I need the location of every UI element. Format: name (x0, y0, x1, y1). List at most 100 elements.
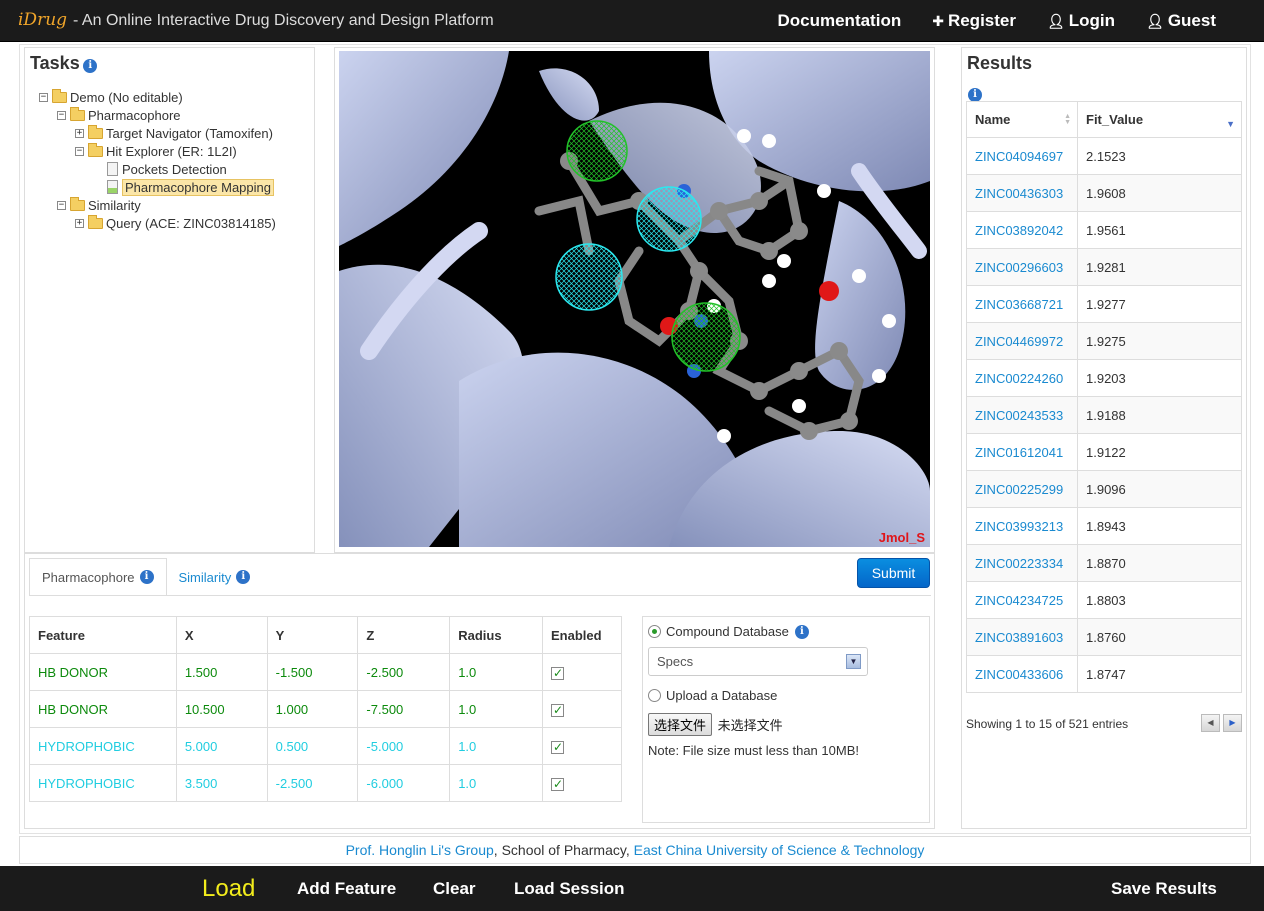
compound-link[interactable]: ZINC00243533 (975, 408, 1063, 423)
expand-icon[interactable]: + (75, 218, 84, 228)
compound-link[interactable]: ZINC01612041 (975, 445, 1063, 460)
table-row[interactable]: ZINC00224260 1.9203 (966, 359, 1242, 397)
tab-similarity[interactable]: Similarity i (167, 558, 263, 596)
group-link[interactable]: Prof. Honglin Li's Group (346, 842, 494, 858)
collapse-icon[interactable]: − (57, 110, 66, 120)
expand-icon[interactable]: + (75, 128, 84, 138)
column-header-name[interactable]: Name ▲ ▼ (966, 101, 1078, 138)
compound-link[interactable]: ZINC04234725 (975, 593, 1063, 608)
table-row[interactable]: ZINC00243533 1.9188 (966, 396, 1242, 434)
column-header[interactable]: X (175, 616, 268, 654)
table-row[interactable]: ZINC03891603 1.8760 (966, 618, 1242, 656)
next-page-button[interactable]: ▶ (1223, 714, 1242, 732)
info-icon[interactable]: i (83, 58, 98, 73)
collapse-icon[interactable]: − (75, 146, 84, 156)
table-row[interactable]: ZINC01612041 1.9122 (966, 433, 1242, 471)
info-icon[interactable]: i (236, 570, 251, 584)
feature-x[interactable]: 5.000 (175, 727, 268, 765)
collapse-icon[interactable]: − (39, 92, 48, 102)
compound-link[interactable]: ZINC00223334 (975, 556, 1063, 571)
tree-node-pharmacophore[interactable]: − Pharmacophore (39, 106, 276, 124)
table-row[interactable]: ZINC04234725 1.8803 (966, 581, 1242, 619)
tree-node-pharmacophore-mapping[interactable]: Pharmacophore Mapping (39, 178, 276, 196)
feature-z[interactable]: -2.500 (357, 653, 451, 691)
compound-link[interactable]: ZINC04094697 (975, 149, 1063, 164)
table-row[interactable]: ZINC03993213 1.8943 (966, 507, 1242, 545)
feature-row[interactable]: HYDROPHOBIC 5.000 0.500 -5.000 1.0 (29, 727, 622, 765)
column-header-fit[interactable]: Fit_Value ▼ (1077, 101, 1242, 138)
brand[interactable]: iDrug - An Online Interactive Drug Discov… (18, 10, 494, 30)
feature-z[interactable]: -5.000 (357, 727, 451, 765)
tree-node-pockets-detection[interactable]: Pockets Detection (39, 160, 276, 178)
collapse-icon[interactable]: − (57, 200, 66, 210)
table-row[interactable]: ZINC00223334 1.8870 (966, 544, 1242, 582)
save-results-button[interactable]: Save Results (1111, 866, 1217, 911)
load-session-button[interactable]: Load Session (514, 866, 625, 911)
feature-radius[interactable]: 1.0 (449, 764, 544, 802)
table-row[interactable]: ZINC03668721 1.9277 (966, 285, 1242, 323)
table-row[interactable]: ZINC00296603 1.9281 (966, 248, 1242, 286)
enabled-checkbox[interactable] (551, 740, 565, 754)
load-button[interactable]: Load (202, 866, 255, 911)
feature-y[interactable]: 1.000 (266, 690, 359, 728)
compound-link[interactable]: ZINC00224260 (975, 371, 1063, 386)
database-select[interactable]: Specs ▼ (648, 647, 868, 676)
enabled-checkbox[interactable] (551, 777, 565, 791)
column-header[interactable]: Z (357, 616, 451, 654)
feature-radius[interactable]: 1.0 (449, 690, 544, 728)
tree-node-similarity[interactable]: − Similarity (39, 196, 276, 214)
tree-node-demo[interactable]: − Demo (No editable) (39, 88, 276, 106)
clear-button[interactable]: Clear (433, 866, 476, 911)
compound-db-option[interactable]: Compound Database i (648, 624, 809, 639)
info-icon[interactable]: i (968, 87, 982, 102)
upload-db-radio[interactable] (648, 689, 661, 702)
feature-z[interactable]: -6.000 (357, 764, 451, 802)
tree-node-hit-explorer[interactable]: − Hit Explorer (ER: 1L2I) (39, 142, 276, 160)
compound-link[interactable]: ZINC04469972 (975, 334, 1063, 349)
upload-db-option[interactable]: Upload a Database (648, 688, 777, 703)
table-row[interactable]: ZINC00225299 1.9096 (966, 470, 1242, 508)
nav-register[interactable]: ✚ Register (932, 11, 1016, 31)
compound-link[interactable]: ZINC00225299 (975, 482, 1063, 497)
table-row[interactable]: ZINC00433606 1.8747 (966, 655, 1242, 693)
add-feature-button[interactable]: Add Feature (297, 866, 396, 911)
tree-node-target-navigator[interactable]: + Target Navigator (Tamoxifen) (39, 124, 276, 142)
tree-node-query[interactable]: + Query (ACE: ZINC03814185) (39, 214, 276, 232)
feature-x[interactable]: 10.500 (175, 690, 268, 728)
feature-row[interactable]: HB DONOR 1.500 -1.500 -2.500 1.0 (29, 653, 622, 691)
nav-documentation[interactable]: Documentation (777, 11, 901, 31)
column-header[interactable]: Enabled (542, 616, 622, 654)
choose-file-button[interactable]: 选择文件 (648, 713, 713, 736)
feature-radius[interactable]: 1.0 (449, 653, 544, 691)
column-header[interactable]: Feature (29, 616, 177, 654)
molecule-viewer[interactable]: Jmol_S (339, 51, 930, 547)
column-header[interactable]: Radius (449, 616, 544, 654)
compound-link[interactable]: ZINC03993213 (975, 519, 1063, 534)
compound-link[interactable]: ZINC00296603 (975, 260, 1063, 275)
nav-login[interactable]: 👤︎ Login (1047, 11, 1115, 31)
tab-pharmacophore[interactable]: Pharmacophore i (29, 558, 167, 596)
feature-y[interactable]: -1.500 (266, 653, 359, 691)
table-row[interactable]: ZINC00436303 1.9608 (966, 174, 1242, 212)
feature-y[interactable]: -2.500 (266, 764, 359, 802)
feature-row[interactable]: HB DONOR 10.500 1.000 -7.500 1.0 (29, 690, 622, 728)
compound-link[interactable]: ZINC03892042 (975, 223, 1063, 238)
feature-y[interactable]: 0.500 (266, 727, 359, 765)
column-header[interactable]: Y (266, 616, 359, 654)
prev-page-button[interactable]: ◀ (1201, 714, 1220, 732)
info-icon[interactable]: i (794, 624, 809, 639)
nav-guest[interactable]: 👤︎ Guest (1146, 11, 1216, 31)
compound-db-radio[interactable] (648, 625, 661, 638)
info-icon[interactable]: i (139, 570, 154, 584)
compound-link[interactable]: ZINC00436303 (975, 186, 1063, 201)
compound-link[interactable]: ZINC00433606 (975, 667, 1063, 682)
compound-link[interactable]: ZINC03668721 (975, 297, 1063, 312)
feature-x[interactable]: 3.500 (175, 764, 268, 802)
table-row[interactable]: ZINC04094697 2.1523 (966, 137, 1242, 175)
feature-z[interactable]: -7.500 (357, 690, 451, 728)
table-row[interactable]: ZINC04469972 1.9275 (966, 322, 1242, 360)
feature-x[interactable]: 1.500 (175, 653, 268, 691)
feature-row[interactable]: HYDROPHOBIC 3.500 -2.500 -6.000 1.0 (29, 764, 622, 802)
enabled-checkbox[interactable] (551, 703, 565, 717)
feature-radius[interactable]: 1.0 (449, 727, 544, 765)
